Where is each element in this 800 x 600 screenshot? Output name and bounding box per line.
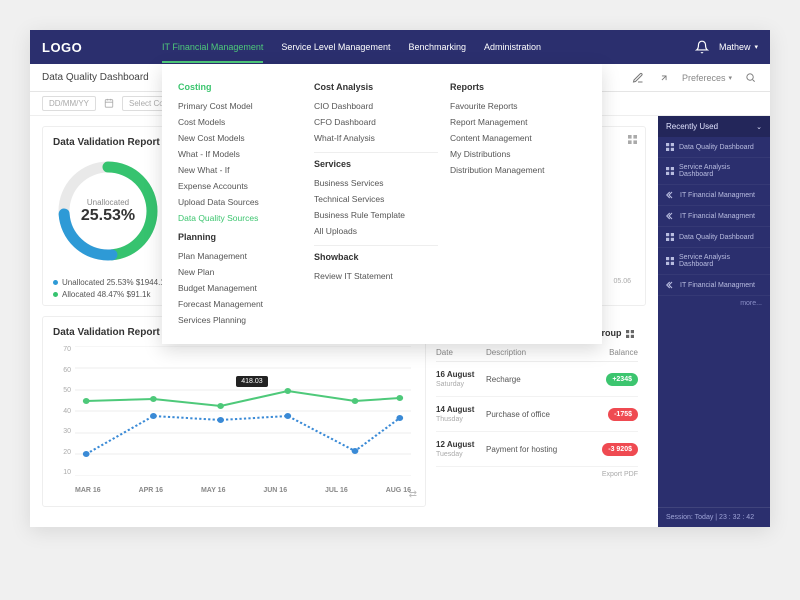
table-header: DateDescriptionBalance	[436, 344, 638, 362]
mega-item[interactable]: Cost Models	[178, 114, 302, 130]
table-row[interactable]: 16 AugustSaturdayRecharge+234$	[436, 362, 638, 397]
recent-item[interactable]: Service Analysis Dashboard	[658, 248, 770, 275]
recent-item[interactable]: IT Financial Managment	[658, 185, 770, 206]
mega-item[interactable]: New Plan	[178, 264, 302, 280]
mega-item[interactable]: Primary Cost Model	[178, 98, 302, 114]
donut-label: Unallocated	[87, 198, 129, 207]
mega-item[interactable]: Report Management	[450, 114, 574, 130]
mega-item[interactable]: Favourite Reports	[450, 98, 574, 114]
chart-tooltip: 418.03	[236, 376, 267, 387]
donut-legend: Unallocated 25.53% $1944.1k Allocated 48…	[53, 275, 169, 299]
mega-item[interactable]: Business Services	[314, 175, 438, 191]
transactions-table: DateDescriptionBalance 16 AugustSaturday…	[436, 344, 638, 478]
logo: LOGO	[42, 40, 162, 55]
mega-heading-planning: Planning	[178, 232, 302, 242]
calendar-icon[interactable]	[104, 98, 114, 110]
mega-item[interactable]: Content Management	[450, 130, 574, 146]
date-input[interactable]: DD/MM/YY	[42, 96, 96, 111]
mega-item[interactable]: Business Rule Template	[314, 207, 438, 223]
chevron-down-icon: ▾	[728, 74, 732, 82]
table-row[interactable]: 12 AugustTuesdayPayment for hosting-3 92…	[436, 432, 638, 467]
page-title: Data Quality Dashboard	[42, 72, 149, 83]
mega-item[interactable]: My Distributions	[450, 146, 574, 162]
mega-heading-cost-analysis: Cost Analysis	[314, 82, 438, 92]
mega-item[interactable]: New What - If	[178, 162, 302, 178]
main-nav: IT Financial Management Service Level Ma…	[162, 32, 541, 62]
user-name: Mathew	[719, 42, 751, 52]
nav-benchmarking[interactable]: Benchmarking	[408, 32, 466, 62]
edit-icon[interactable]	[630, 70, 646, 86]
mega-item[interactable]: Services Planning	[178, 312, 302, 328]
topbar-right: Mathew ▾	[695, 40, 758, 54]
shuffle-icon[interactable]: ⇄	[409, 489, 417, 500]
grid-icon[interactable]	[628, 135, 637, 146]
topbar: LOGO IT Financial Management Service Lev…	[30, 30, 770, 64]
app-window: LOGO IT Financial Management Service Lev…	[30, 30, 770, 527]
line-chart: 70605040302010	[53, 346, 415, 496]
mega-item[interactable]: All Uploads	[314, 223, 438, 239]
notification-bell-icon[interactable]	[695, 40, 709, 54]
mega-item[interactable]: CFO Dashboard	[314, 114, 438, 130]
recently-used-panel: Recently Used ⌄ Data Quality DashboardSe…	[658, 116, 770, 527]
recent-item[interactable]: IT Financial Managment	[658, 206, 770, 227]
legend-unallocated: Unallocated 25.53% $1944.1k	[62, 278, 169, 287]
mega-item[interactable]: Review IT Statement	[314, 268, 438, 284]
mega-heading-reports: Reports	[450, 82, 574, 92]
preferences-menu[interactable]: Prefereces▾	[682, 73, 732, 83]
mega-item[interactable]: CIO Dashboard	[314, 98, 438, 114]
mega-item[interactable]: Upload Data Sources	[178, 194, 302, 210]
user-menu[interactable]: Mathew ▾	[719, 42, 758, 52]
transactions-panel: Group DateDescriptionBalance 16 AugustSa…	[436, 316, 646, 517]
recent-item[interactable]: Data Quality Dashboard	[658, 137, 770, 158]
chevron-down-icon: ▾	[754, 43, 758, 51]
mega-item[interactable]: Expense Accounts	[178, 178, 302, 194]
recent-item[interactable]: Service Analysis Dashboard	[658, 158, 770, 185]
recently-used-header[interactable]: Recently Used ⌄	[658, 116, 770, 137]
legend-allocated: Allocated 48.47% $91.1k	[62, 290, 151, 299]
mega-item[interactable]: Distribution Management	[450, 162, 574, 178]
mega-item[interactable]: What - If Models	[178, 146, 302, 162]
mega-item[interactable]: What-If Analysis	[314, 130, 438, 146]
mega-item[interactable]: Plan Management	[178, 248, 302, 264]
table-row[interactable]: 14 AugustThusdayPurchase of office-175$	[436, 397, 638, 432]
session-info: Session: Today | 23 : 32 : 42	[658, 507, 770, 527]
mega-item[interactable]: New Cost Models	[178, 130, 302, 146]
axis-label: 05.06	[613, 278, 631, 285]
nav-administration[interactable]: Administration	[484, 32, 541, 62]
chevron-down-icon: ⌄	[756, 123, 762, 131]
donut-value: 25.53%	[81, 207, 135, 225]
recent-item[interactable]: IT Financial Managment	[658, 275, 770, 296]
card-validation-expense: Data Validation Report - Expense 7060504…	[42, 316, 426, 507]
export-pdf[interactable]: Export PDF	[436, 467, 638, 478]
mega-item[interactable]: Technical Services	[314, 191, 438, 207]
expand-icon[interactable]	[656, 70, 672, 86]
donut-chart: Unallocated 25.53%	[53, 156, 163, 266]
mega-item[interactable]: Forecast Management	[178, 296, 302, 312]
mega-menu: Costing Primary Cost ModelCost ModelsNew…	[162, 64, 602, 344]
nav-it-financial[interactable]: IT Financial Management	[162, 32, 263, 62]
search-icon[interactable]	[742, 70, 758, 86]
recent-more[interactable]: more...	[658, 296, 770, 311]
recent-item[interactable]: Data Quality Dashboard	[658, 227, 770, 248]
mega-heading-costing: Costing	[178, 82, 302, 92]
mega-item[interactable]: Data Quality Sources	[178, 210, 302, 226]
mega-heading-services: Services	[314, 159, 438, 169]
mega-heading-showback: Showback	[314, 252, 438, 262]
mega-item[interactable]: Budget Management	[178, 280, 302, 296]
nav-service-level[interactable]: Service Level Management	[281, 32, 390, 62]
